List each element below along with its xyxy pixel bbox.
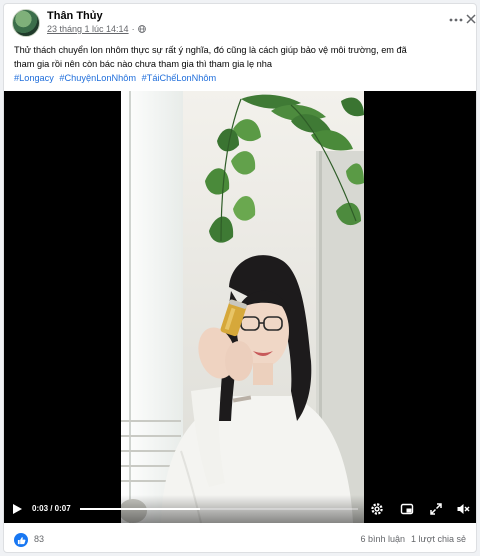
fullscreen-icon[interactable] bbox=[429, 502, 443, 516]
miniplayer-icon[interactable] bbox=[400, 502, 414, 516]
video-frame bbox=[121, 91, 364, 523]
post-meta: 23 tháng 1 lúc 14:14 · bbox=[47, 24, 146, 34]
video-controls: 0:03 / 0:07 bbox=[4, 495, 476, 523]
caption-line-2: tham gia rồi nên còn bác nào chưa tham g… bbox=[14, 59, 272, 69]
globe-icon bbox=[137, 25, 146, 33]
reaction-count[interactable]: 83 bbox=[34, 534, 44, 544]
shares-count[interactable]: 1 lượt chia sẻ bbox=[411, 534, 466, 544]
like-icon[interactable] bbox=[14, 533, 28, 547]
video-progress-fill bbox=[80, 508, 200, 510]
post-timestamp[interactable]: 23 tháng 1 lúc 14:14 bbox=[47, 24, 129, 34]
volume-muted-icon[interactable] bbox=[456, 502, 470, 516]
hashtag-link[interactable]: #TáiChếLonNhôm bbox=[142, 73, 217, 83]
video-progress-bar[interactable] bbox=[80, 508, 358, 510]
hashtag-link[interactable]: #Longacy bbox=[14, 73, 54, 83]
engagement-stats: 6 bình luận 1 lượt chia sẻ bbox=[361, 534, 467, 544]
post-card: Thân Thủy 23 tháng 1 lúc 14:14 · Thử thá… bbox=[3, 3, 477, 553]
comments-count[interactable]: 6 bình luận bbox=[361, 534, 406, 544]
author-name[interactable]: Thân Thủy bbox=[47, 10, 103, 22]
video-timecode: 0:03 / 0:07 bbox=[32, 504, 71, 513]
post-footer: 83 6 bình luận 1 lượt chia sẻ bbox=[4, 527, 476, 552]
post-header: Thân Thủy 23 tháng 1 lúc 14:14 · bbox=[4, 4, 476, 40]
more-options-icon[interactable] bbox=[448, 12, 464, 28]
author-avatar[interactable] bbox=[12, 9, 40, 37]
close-icon[interactable] bbox=[464, 12, 477, 26]
post-caption: Thử thách chuyển lon nhôm thực sự rất ý … bbox=[14, 43, 468, 85]
hashtag-link[interactable]: #ChuyệnLonNhôm bbox=[59, 73, 136, 83]
hashtag-list: #Longacy #ChuyệnLonNhôm #TáiChếLonNhôm bbox=[14, 71, 468, 85]
play-icon[interactable] bbox=[11, 503, 23, 515]
video-player[interactable]: 0:03 / 0:07 bbox=[4, 91, 476, 523]
settings-icon[interactable] bbox=[370, 502, 384, 516]
meta-separator: · bbox=[131, 24, 135, 34]
caption-line-1: Thử thách chuyển lon nhôm thực sự rất ý … bbox=[14, 45, 407, 55]
